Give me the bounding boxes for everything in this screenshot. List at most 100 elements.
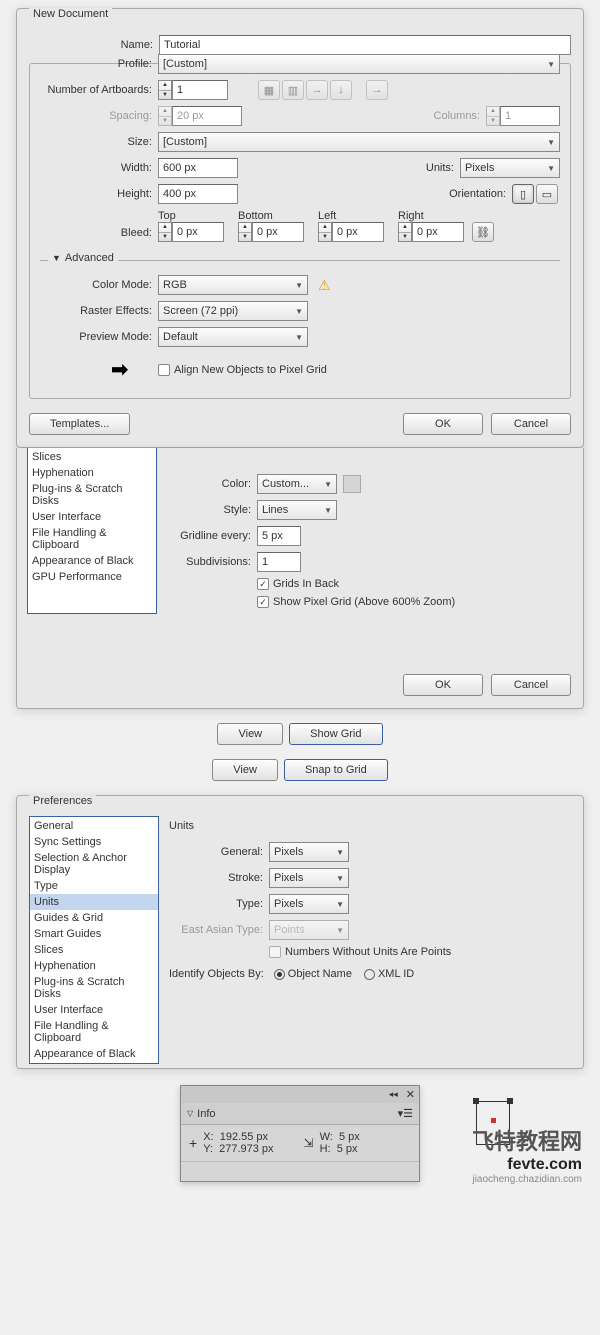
prefs-item[interactable]: File Handling & Clipboard bbox=[28, 525, 156, 553]
bleed-top-spinner[interactable]: ▲▼ bbox=[158, 222, 172, 242]
stroke-select[interactable]: Pixels bbox=[269, 868, 349, 888]
grid-color-select[interactable]: Custom... bbox=[257, 474, 337, 494]
prefs-item[interactable]: User Interface bbox=[30, 1002, 158, 1018]
type-select[interactable]: Pixels bbox=[269, 894, 349, 914]
x-value: 192.55 px bbox=[220, 1131, 268, 1143]
spacing-label: Spacing: bbox=[40, 110, 158, 122]
view-button[interactable]: View bbox=[217, 723, 283, 745]
prefs-item[interactable]: Appearance of Black bbox=[30, 1046, 158, 1062]
gridline-input[interactable] bbox=[257, 526, 301, 546]
grids-back-label: Grids In Back bbox=[273, 578, 339, 590]
artboards-label: Number of Artboards: bbox=[40, 84, 158, 96]
cancel-button[interactable]: Cancel bbox=[491, 674, 571, 696]
close-icon[interactable]: ✕ bbox=[406, 1088, 415, 1101]
landscape-icon[interactable]: ▭ bbox=[536, 184, 558, 204]
prefs-item[interactable]: Slices bbox=[30, 942, 158, 958]
portrait-icon[interactable]: ▯ bbox=[512, 184, 534, 204]
crosshair-icon: + bbox=[189, 1135, 197, 1151]
align-pixel-checkbox[interactable] bbox=[158, 364, 170, 376]
view-button[interactable]: View bbox=[212, 759, 278, 781]
show-grid-button[interactable]: Show Grid bbox=[289, 723, 382, 745]
watermark: 飞特教程网 fevte.com jiaocheng.chazidian.com bbox=[472, 1124, 582, 1185]
prefs-item[interactable]: GPU Performance bbox=[28, 569, 156, 585]
prefs-item[interactable]: User Interface bbox=[28, 509, 156, 525]
profile-label: Profile: bbox=[40, 58, 158, 70]
advanced-toggle[interactable]: ▼ Advanced bbox=[48, 252, 118, 264]
grids-back-checkbox[interactable] bbox=[257, 578, 269, 590]
bleed-right-spinner[interactable]: ▲▼ bbox=[398, 222, 412, 242]
prefs-list[interactable]: SlicesHyphenationPlug-ins & Scratch Disk… bbox=[27, 448, 157, 614]
snap-grid-button[interactable]: Snap to Grid bbox=[284, 759, 388, 781]
grid-cols-icon[interactable]: ▥ bbox=[282, 80, 304, 100]
preview-select[interactable]: Default bbox=[158, 327, 308, 347]
width-input[interactable] bbox=[158, 158, 238, 178]
columns-spinner: ▲▼ bbox=[486, 106, 500, 126]
arrow-down-icon[interactable]: ↓ bbox=[330, 80, 352, 100]
name-input[interactable] bbox=[159, 35, 571, 55]
identify-label: Identify Objects By: bbox=[169, 968, 270, 980]
bleed-left-input[interactable] bbox=[332, 222, 384, 242]
grid-style-select[interactable]: Lines bbox=[257, 500, 337, 520]
general-select[interactable]: Pixels bbox=[269, 842, 349, 862]
prefs-item[interactable]: Hyphenation bbox=[30, 958, 158, 974]
prefs-list[interactable]: GeneralSync SettingsSelection & Anchor D… bbox=[29, 816, 159, 1064]
prefs-item[interactable]: Selection & Anchor Display bbox=[30, 850, 158, 878]
dimensions-icon: ⇲ bbox=[304, 1136, 314, 1150]
bleed-bottom-spinner[interactable]: ▲▼ bbox=[238, 222, 252, 242]
bleed-right-input[interactable] bbox=[412, 222, 464, 242]
prefs-item[interactable]: File Handling & Clipboard bbox=[30, 1018, 158, 1046]
artboards-spinner[interactable]: ▲▼ bbox=[158, 80, 172, 100]
grid-rows-icon[interactable]: ▦ bbox=[258, 80, 280, 100]
info-panel: ◂◂ ✕ ▽ Info ▾☰ + X: 192.55 px Y: 277.973… bbox=[180, 1085, 420, 1182]
cancel-button[interactable]: Cancel bbox=[491, 413, 571, 435]
show-pixel-checkbox[interactable] bbox=[257, 596, 269, 608]
xmlid-label: XML ID bbox=[378, 968, 414, 980]
bleed-label: Bleed: bbox=[40, 227, 158, 242]
prefs-item[interactable]: Sync Settings bbox=[30, 834, 158, 850]
bleed-left-spinner[interactable]: ▲▼ bbox=[318, 222, 332, 242]
grid-color-swatch[interactable] bbox=[343, 475, 361, 493]
prefs-item[interactable]: Plug-ins & Scratch Disks bbox=[30, 974, 158, 1002]
templates-button[interactable]: Templates... bbox=[29, 413, 130, 435]
units-select[interactable]: Pixels bbox=[460, 158, 560, 178]
dialog-title: New Document bbox=[29, 8, 112, 20]
prefs-item[interactable]: Guides & Grid bbox=[30, 910, 158, 926]
arrow-right-icon[interactable]: → bbox=[306, 80, 328, 100]
prefs-item[interactable]: General bbox=[30, 818, 158, 834]
xmlid-radio[interactable] bbox=[364, 969, 375, 980]
triangle-icon[interactable]: ▽ bbox=[187, 1109, 193, 1118]
ok-button[interactable]: OK bbox=[403, 413, 483, 435]
prefs-item[interactable]: Plug-ins & Scratch Disks bbox=[28, 481, 156, 509]
grid-style-label: Style: bbox=[177, 504, 257, 516]
raster-select[interactable]: Screen (72 ppi) bbox=[158, 301, 308, 321]
panel-options-icon[interactable]: ▾☰ bbox=[398, 1107, 413, 1120]
prefs-item[interactable]: Slices bbox=[28, 449, 156, 465]
arrow-ltr-icon[interactable]: → bbox=[366, 80, 388, 100]
link-bleed-icon[interactable]: ⛓ bbox=[472, 222, 494, 242]
colormode-select[interactable]: RGB bbox=[158, 275, 308, 295]
bleed-bottom-input[interactable] bbox=[252, 222, 304, 242]
preview-label: Preview Mode: bbox=[40, 331, 158, 343]
name-label: Name: bbox=[29, 39, 159, 51]
ok-button[interactable]: OK bbox=[403, 674, 483, 696]
prefs-item[interactable]: Appearance of Black bbox=[28, 553, 156, 569]
spacing-input bbox=[172, 106, 242, 126]
objname-radio[interactable] bbox=[274, 969, 285, 980]
artboards-input[interactable] bbox=[172, 80, 228, 100]
columns-label: Columns: bbox=[434, 110, 486, 122]
info-title: Info bbox=[197, 1108, 215, 1120]
panel-menu-icon[interactable]: ◂◂ bbox=[389, 1089, 398, 1100]
prefs-item[interactable]: Smart Guides bbox=[30, 926, 158, 942]
height-input[interactable] bbox=[158, 184, 238, 204]
width-label: Width: bbox=[40, 162, 158, 174]
prefs-item[interactable]: Type bbox=[30, 878, 158, 894]
prefs-item[interactable]: Units bbox=[30, 894, 158, 910]
warning-icon: ⚠ bbox=[318, 277, 331, 294]
bleed-top-label: Top bbox=[158, 210, 224, 222]
subdiv-input[interactable] bbox=[257, 552, 301, 572]
size-select[interactable]: [Custom] bbox=[158, 132, 560, 152]
profile-select[interactable]: [Custom] bbox=[158, 54, 560, 74]
height-label: Height: bbox=[40, 188, 158, 200]
bleed-top-input[interactable] bbox=[172, 222, 224, 242]
prefs-item[interactable]: Hyphenation bbox=[28, 465, 156, 481]
